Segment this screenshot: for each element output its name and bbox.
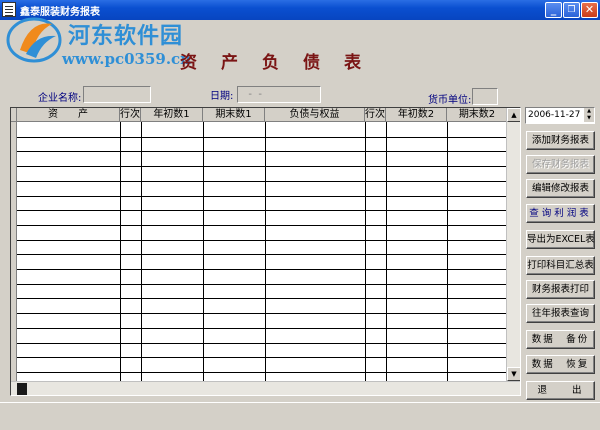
header-opening-2[interactable]: 年初数2 — [386, 108, 447, 122]
grid-row-line — [17, 327, 508, 329]
status-bar — [0, 402, 600, 430]
header-opening-1[interactable]: 年初数1 — [141, 108, 203, 122]
close-button[interactable]: ✕ — [581, 2, 598, 18]
watermark-url: www.pc0359.cn — [62, 50, 192, 68]
date-picker[interactable]: 2006-11-27 ▲ ▼ — [525, 107, 595, 124]
query-profit-button[interactable]: 查询利润表 — [526, 204, 595, 223]
grid-row-line — [17, 195, 508, 197]
header-line-no-1[interactable]: 行次 — [120, 108, 141, 122]
minimize-button[interactable]: _ — [545, 2, 562, 18]
grid-row-line — [17, 313, 508, 315]
currency-input[interactable] — [472, 88, 498, 105]
export-excel-button[interactable]: 导出为EXCEL表 — [526, 230, 595, 249]
grid-row-line — [17, 342, 508, 344]
balance-sheet-grid[interactable]: 资 产 行次 年初数1 期末数1 负债与权益 行次 年初数2 期末数2 ▲ ▼ — [10, 107, 521, 396]
grid-row-line — [17, 269, 508, 270]
date-label: 日期: — [210, 91, 234, 102]
watermark-site-name: 河东软件园 — [68, 24, 184, 49]
grid-header: 资 产 行次 年初数1 期末数1 负债与权益 行次 年初数2 期末数2 — [11, 108, 520, 122]
grid-row-line — [17, 224, 508, 226]
vertical-scrollbar[interactable]: ▲ ▼ — [506, 108, 520, 381]
horizontal-scrollbar[interactable] — [11, 381, 520, 395]
grid-row-line — [17, 239, 508, 241]
add-report-button[interactable]: 添加财务报表 — [526, 131, 595, 150]
date-input[interactable] — [237, 86, 321, 103]
spin-up-icon[interactable]: ▲ — [584, 108, 594, 115]
print-report-button[interactable]: 财务报表打印 — [526, 280, 595, 299]
currency-label: 货币单位: — [428, 95, 472, 106]
grid-row-line — [17, 136, 508, 138]
header-closing-1[interactable]: 期末数1 — [203, 108, 265, 122]
company-input[interactable] — [83, 86, 151, 103]
report-title: 资产负债表 — [180, 53, 385, 73]
grid-row-line — [17, 166, 508, 168]
header-assets[interactable]: 资 产 — [17, 108, 120, 122]
grid-row-line — [17, 151, 508, 153]
horizontal-scroll-thumb[interactable] — [17, 383, 27, 395]
grid-row-line — [17, 210, 508, 212]
date-picker-value: 2006-11-27 — [528, 110, 581, 120]
history-query-button[interactable]: 往年报表查询 — [526, 304, 595, 323]
grid-row-line — [17, 283, 508, 285]
restore-button[interactable]: ❐ — [563, 2, 580, 18]
print-summary-button[interactable]: 打印科目汇总表 — [526, 256, 595, 275]
spin-down-icon[interactable]: ▼ — [584, 115, 594, 122]
save-report-button[interactable]: 保存财务报表 — [526, 155, 595, 174]
header-closing-2[interactable]: 期末数2 — [447, 108, 508, 122]
grid-row-line — [17, 357, 508, 359]
exit-button[interactable]: 退 出 — [526, 381, 595, 400]
scroll-up-icon[interactable]: ▲ — [507, 108, 520, 122]
grid-row-line — [17, 298, 508, 300]
header-liabilities-equity[interactable]: 负债与权益 — [265, 108, 365, 122]
watermark-logo-icon — [6, 17, 62, 63]
grid-row-line — [17, 254, 508, 256]
company-label: 企业名称: — [38, 93, 82, 104]
backup-button[interactable]: 数据 备份 — [526, 330, 595, 349]
grid-row-line — [17, 371, 508, 373]
header-line-no-2[interactable]: 行次 — [365, 108, 386, 122]
grid-row-line — [17, 180, 508, 182]
edit-report-button[interactable]: 编辑修改报表 — [526, 179, 595, 198]
scroll-down-icon[interactable]: ▼ — [507, 367, 520, 381]
restore-button-data[interactable]: 数据 恢复 — [526, 355, 595, 374]
